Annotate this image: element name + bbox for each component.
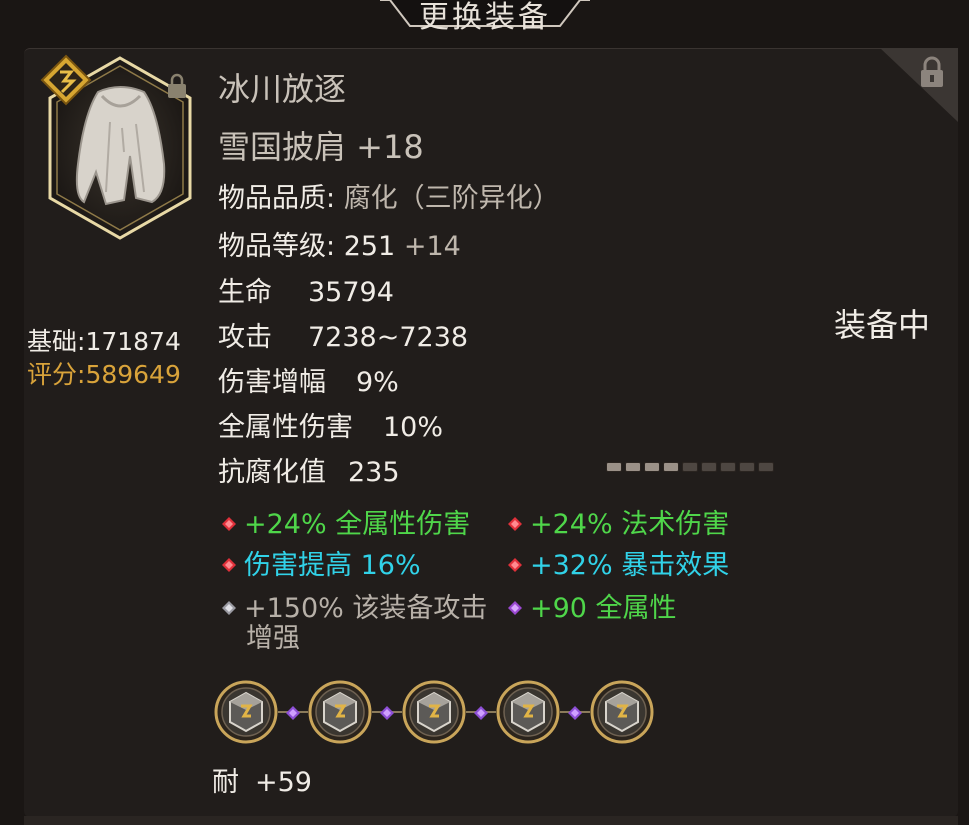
stat-life: 生命 35794: [218, 277, 394, 308]
stat-damage-amp: 伤害增幅 9%: [218, 367, 399, 398]
rune-socket-icon[interactable]: [402, 680, 466, 744]
affix-1: +24% 全属性伤害: [222, 502, 470, 541]
corruption-segment: [701, 462, 717, 472]
corruption-segment: [758, 462, 774, 472]
red-gem-icon: [508, 507, 522, 531]
purple-link-gem-icon: [568, 705, 582, 720]
item-quality: 物品品质: 腐化（三阶异化）: [218, 183, 560, 214]
stat-all-element: 全属性伤害 10%: [218, 412, 444, 443]
purple-link-gem-icon: [380, 705, 394, 720]
rune-socket-icon[interactable]: [590, 680, 654, 744]
purple-link-gem-icon: [286, 705, 300, 720]
corruption-segment: [606, 462, 622, 472]
panel-bottom-strip: [24, 816, 958, 825]
affix-6: +90 全属性: [508, 586, 677, 625]
affix-4: +32% 暴击效果: [508, 543, 729, 582]
corruption-segment: [625, 462, 641, 472]
rune-sockets: [214, 680, 664, 746]
purple-link-gem-icon: [474, 705, 488, 720]
equipped-status: 装备中: [834, 306, 931, 344]
stat-attack: 攻击 7238~7238: [218, 322, 469, 353]
corruption-segment: [644, 462, 660, 472]
durability: 耐 +59: [212, 767, 312, 798]
corruption-segment: [739, 462, 755, 472]
lock-toggle[interactable]: [880, 48, 958, 122]
affix-2: +24% 法术伤害: [508, 502, 729, 541]
silver-gem-icon: [222, 591, 236, 615]
rune-socket-icon[interactable]: [496, 680, 560, 744]
red-gem-icon: [222, 507, 236, 531]
base-score: 基础:171874: [27, 327, 181, 356]
item-lock-icon: [166, 72, 188, 100]
rune-socket-icon[interactable]: [308, 680, 372, 744]
purple-gem-icon: [508, 591, 522, 615]
item-level: 物品等级: 251 +14: [218, 231, 461, 262]
item-name: 雪国披肩 +18: [218, 128, 424, 166]
window-title: 更换装备: [419, 0, 551, 35]
affix-3: 伤害提高 16%: [222, 543, 421, 582]
corruption-meter: [606, 462, 782, 472]
title-tab: 更换装备: [380, 0, 590, 35]
item-category: 冰川放逐: [218, 70, 347, 108]
rune-badge-icon: [40, 54, 92, 106]
red-gem-icon: [222, 548, 236, 572]
rune-socket-icon[interactable]: [214, 680, 278, 744]
red-gem-icon: [508, 548, 522, 572]
corruption-segment: [682, 462, 698, 472]
corruption-segment: [720, 462, 736, 472]
stat-corruption-resist: 抗腐化值 235: [218, 457, 400, 488]
affix-5-continued: 增强: [246, 623, 300, 654]
rating-score: 评分:589649: [27, 360, 181, 389]
corruption-segment: [663, 462, 679, 472]
